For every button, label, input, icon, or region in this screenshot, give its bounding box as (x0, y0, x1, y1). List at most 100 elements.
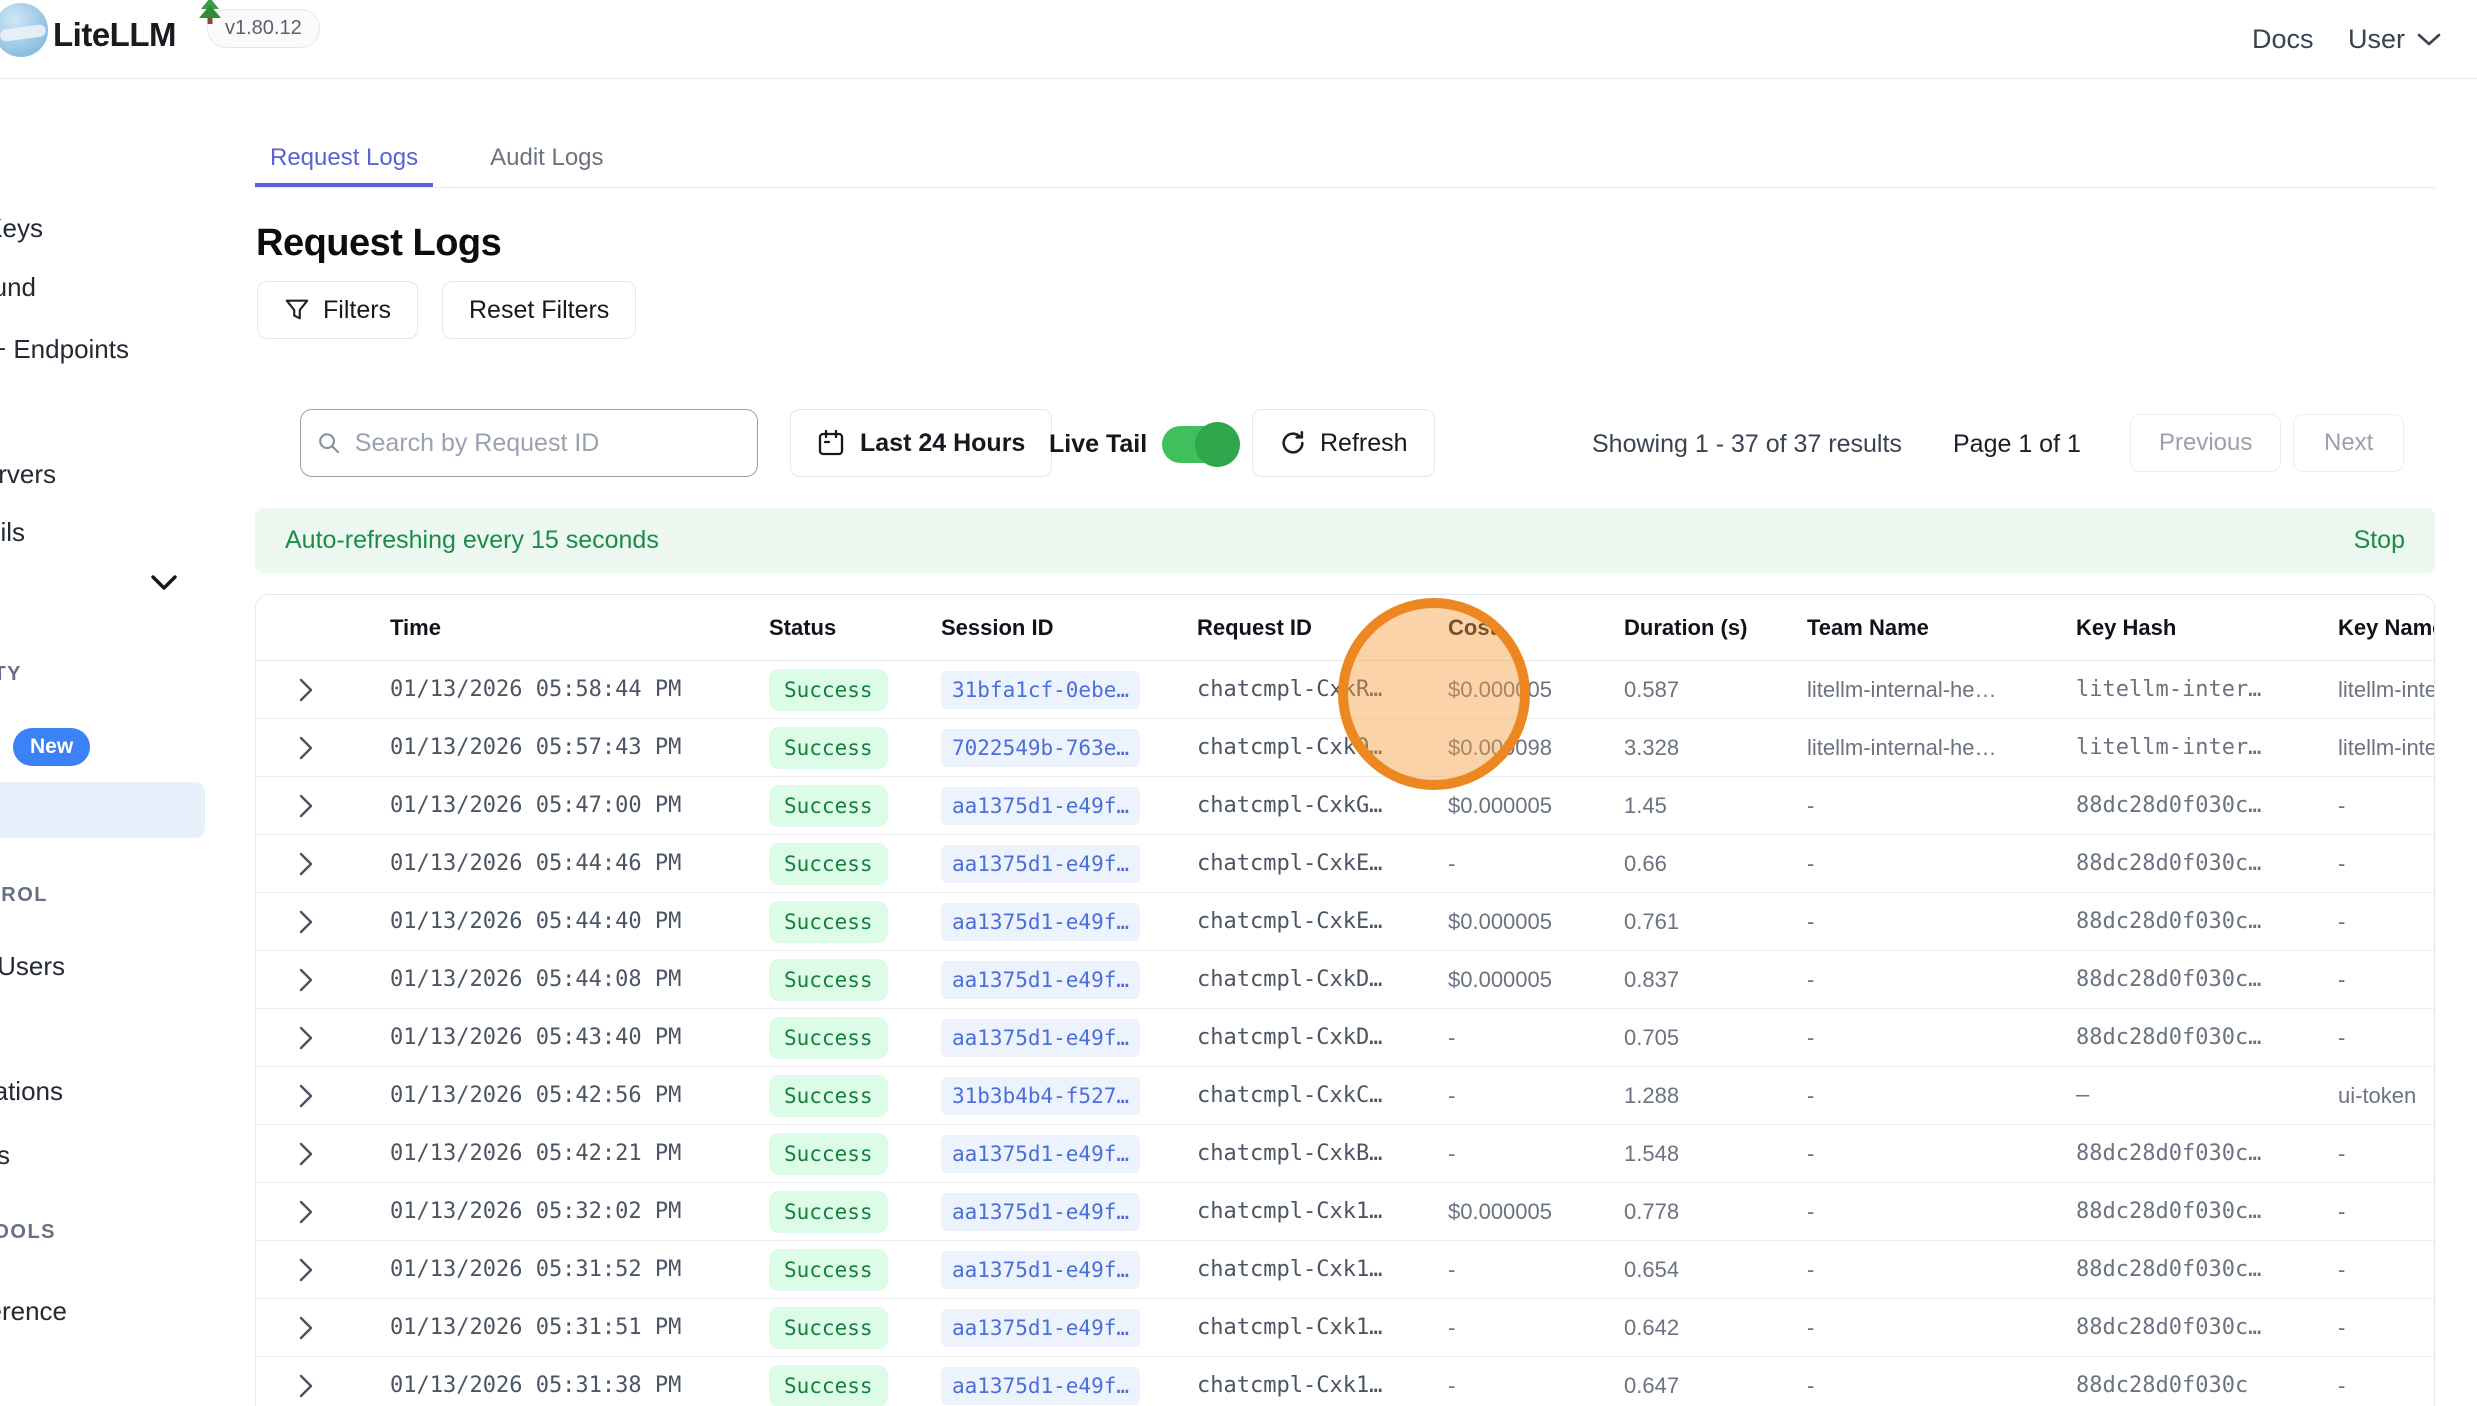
session-id-link[interactable]: aa1375d1-e49f… (941, 903, 1140, 941)
cell-duration: 0.705 (1624, 1025, 1807, 1051)
table-row: 01/13/2026 05:47:00 PM Success aa1375d1-… (256, 777, 2434, 835)
brand-title[interactable]: LiteLLM (53, 16, 176, 54)
cell-request-id: chatcmpl-Cxk1… (1197, 1315, 1448, 1340)
sidebar-item-playground[interactable]: und (0, 272, 36, 303)
sidebar-item-teams[interactable]: s (0, 1140, 10, 1171)
reset-filters-button[interactable]: Reset Filters (442, 281, 636, 339)
sidebar-item-users[interactable]: Users (0, 951, 65, 982)
sidebar-item-logs-selected[interactable] (0, 782, 205, 838)
cell-cost: - (1448, 1373, 1624, 1399)
time-range-button[interactable]: Last 24 Hours (790, 409, 1052, 477)
row-expand-chevron-icon[interactable] (298, 676, 314, 704)
cell-request-id: chatcmpl-CxkC… (1197, 1083, 1448, 1108)
session-id-link[interactable]: aa1375d1-e49f… (941, 1367, 1140, 1405)
cell-cost: - (1448, 1141, 1624, 1167)
cell-time: 01/13/2026 05:57:43 PM (390, 735, 769, 760)
session-id-link[interactable]: aa1375d1-e49f… (941, 1135, 1140, 1173)
row-expand-chevron-icon[interactable] (298, 792, 314, 820)
status-badge: Success (769, 785, 888, 827)
previous-page-button[interactable]: Previous (2130, 414, 2281, 472)
sidebar-item-models-endpoints[interactable]: + Endpoints (0, 334, 129, 365)
session-id-link[interactable]: aa1375d1-e49f… (941, 1193, 1140, 1231)
cell-key-name: - (2338, 1141, 2434, 1167)
row-expand-chevron-icon[interactable] (298, 1140, 314, 1168)
row-expand-chevron-icon[interactable] (298, 1372, 314, 1400)
cell-duration: 0.837 (1624, 967, 1807, 993)
toggle-knob (1195, 422, 1240, 467)
table-row: 01/13/2026 05:42:21 PM Success aa1375d1-… (256, 1125, 2434, 1183)
cell-key-hash: 88dc28d0f030c… (2076, 793, 2338, 818)
cell-duration: 0.647 (1624, 1373, 1807, 1399)
session-id-link[interactable]: aa1375d1-e49f… (941, 1019, 1140, 1057)
sidebar-item-guardrails[interactable]: ils (0, 517, 25, 548)
session-id-link[interactable]: 31bfa1cf-0ebe… (941, 671, 1140, 709)
sidebar-collapse-chevron-icon[interactable] (150, 575, 178, 591)
version-badge: v1.80.12 (207, 9, 320, 48)
table-body: 01/13/2026 05:58:44 PM Success 31bfa1cf-… (256, 661, 2434, 1406)
table-row: 01/13/2026 05:31:52 PM Success aa1375d1-… (256, 1241, 2434, 1299)
page-title: Request Logs (256, 222, 501, 265)
row-expand-chevron-icon[interactable] (298, 1198, 314, 1226)
stop-auto-refresh-link[interactable]: Stop (2354, 526, 2405, 555)
session-id-link[interactable]: aa1375d1-e49f… (941, 961, 1140, 999)
cell-duration: 3.328 (1624, 735, 1807, 761)
row-expand-chevron-icon[interactable] (298, 908, 314, 936)
status-badge: Success (769, 1075, 888, 1117)
session-id-link[interactable]: aa1375d1-e49f… (941, 845, 1140, 883)
filters-button[interactable]: Filters (257, 281, 418, 339)
row-expand-chevron-icon[interactable] (298, 1024, 314, 1052)
row-expand-chevron-icon[interactable] (298, 850, 314, 878)
session-id-link[interactable]: aa1375d1-e49f… (941, 1251, 1140, 1289)
tab-audit-logs[interactable]: Audit Logs (475, 129, 618, 187)
request-logs-table: Time Status Session ID Request ID Cost D… (255, 594, 2435, 1406)
cell-cost: - (1448, 1315, 1624, 1341)
column-request-id: Request ID (1197, 615, 1448, 641)
next-page-button[interactable]: Next (2293, 414, 2404, 472)
sidebar-item-api-reference[interactable]: erence (0, 1296, 67, 1327)
cell-time: 01/13/2026 05:44:46 PM (390, 851, 769, 876)
status-badge: Success (769, 901, 888, 943)
litellm-logo-icon (0, 3, 48, 57)
sidebar-item-mcp-servers[interactable]: rvers (0, 459, 56, 490)
live-tail-toggle[interactable] (1162, 426, 1236, 463)
sidebar-item-virtual-keys[interactable]: Keys (0, 213, 43, 244)
row-expand-chevron-icon[interactable] (298, 966, 314, 994)
session-id-link[interactable]: aa1375d1-e49f… (941, 787, 1140, 825)
christmas-tree-icon (197, 0, 223, 27)
session-id-link[interactable]: 31b3b4b4-f527… (941, 1077, 1140, 1115)
table-row: 01/13/2026 05:44:08 PM Success aa1375d1-… (256, 951, 2434, 1009)
cell-time: 01/13/2026 05:43:40 PM (390, 1025, 769, 1050)
cell-duration: 0.642 (1624, 1315, 1807, 1341)
cell-duration: 0.778 (1624, 1199, 1807, 1225)
column-team-name: Team Name (1807, 615, 2076, 641)
cell-cost: $0.000005 (1448, 1199, 1624, 1225)
row-expand-chevron-icon[interactable] (298, 734, 314, 762)
cell-key-hash: 88dc28d0f030c… (2076, 1141, 2338, 1166)
sidebar-item-organizations[interactable]: ations (0, 1076, 63, 1107)
search-icon (317, 430, 341, 456)
cell-cost: - (1448, 1257, 1624, 1283)
tab-request-logs[interactable]: Request Logs (255, 129, 433, 187)
cell-time: 01/13/2026 05:31:52 PM (390, 1257, 769, 1282)
user-menu[interactable]: User (2348, 24, 2441, 55)
page-summary: Page 1 of 1 (1953, 430, 2081, 459)
refresh-button[interactable]: Refresh (1252, 409, 1435, 477)
cell-key-hash: 88dc28d0f030c… (2076, 909, 2338, 934)
cell-cost: $0.000005 (1448, 909, 1624, 935)
cell-key-hash: 88dc28d0f030c… (2076, 1257, 2338, 1282)
search-input[interactable] (353, 428, 741, 459)
row-expand-chevron-icon[interactable] (298, 1256, 314, 1284)
cell-key-name: ui-token (2338, 1083, 2434, 1109)
status-badge: Success (769, 1307, 888, 1349)
cell-team-name: - (1807, 909, 2076, 935)
row-expand-chevron-icon[interactable] (298, 1314, 314, 1342)
cell-key-name: - (2338, 851, 2434, 877)
docs-link[interactable]: Docs (2252, 24, 2314, 55)
session-id-link[interactable]: aa1375d1-e49f… (941, 1309, 1140, 1347)
session-id-link[interactable]: 7022549b-763e… (941, 729, 1140, 767)
cell-duration: 1.288 (1624, 1083, 1807, 1109)
cell-request-id: chatcmpl-Cxk1… (1197, 1373, 1448, 1398)
sidebar-section-access-control: TROL (0, 884, 48, 907)
chevron-down-icon (2417, 33, 2441, 47)
row-expand-chevron-icon[interactable] (298, 1082, 314, 1110)
